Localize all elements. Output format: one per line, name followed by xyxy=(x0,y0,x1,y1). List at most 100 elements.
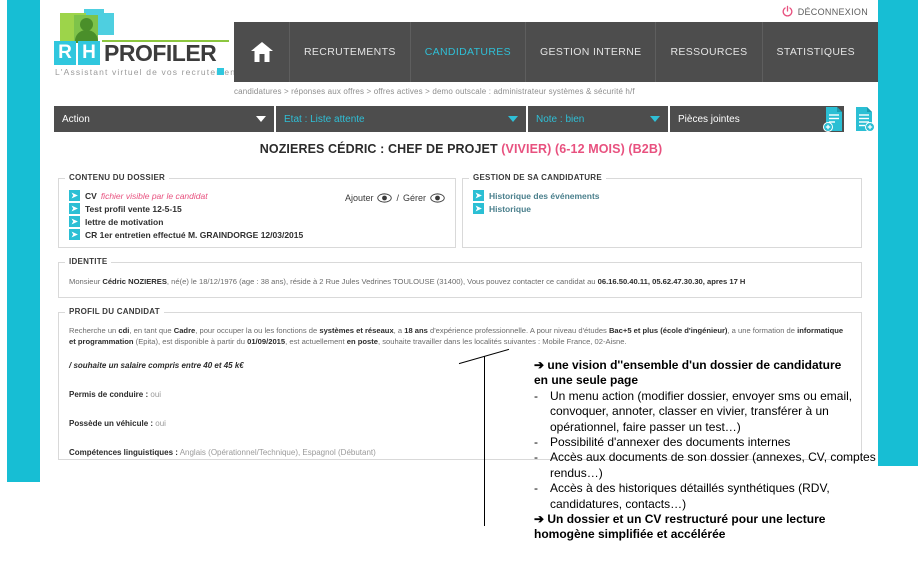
nav-item-recrutements[interactable]: RECRUTEMENTS xyxy=(290,22,411,82)
arrow-right-icon: ➤ xyxy=(473,190,484,201)
profil-row-label: Permis de conduire : xyxy=(69,390,149,399)
bullet-text: Un menu action (modifier dossier, envoye… xyxy=(550,388,853,434)
chevron-down-icon xyxy=(650,116,660,122)
logo: R H PROFILER L'Assistant virtuel de vos … xyxy=(54,9,244,77)
profil-row-label: Compétences linguistiques : xyxy=(69,448,178,457)
arrow-right-icon: ➤ xyxy=(69,229,80,240)
nav-label: RECRUTEMENTS xyxy=(304,46,396,58)
ajouter-label[interactable]: Ajouter xyxy=(345,193,374,203)
slide-root: DÉCONNEXION R H PROFILER L'Assistant vir… xyxy=(0,0,918,563)
profil-row-value: oui xyxy=(148,390,162,399)
nav-item-statistiques[interactable]: STATISTIQUES xyxy=(763,22,869,82)
annotation-bullet: - Accès à des historiques détaillés synt… xyxy=(534,481,886,512)
dossier-item-note: fichier visible par le candidat xyxy=(100,190,208,201)
nav-item-candidatures[interactable]: CANDIDATURES xyxy=(411,22,526,82)
house-icon xyxy=(250,41,274,63)
document-add-icon[interactable] xyxy=(822,106,846,132)
dossier-item-cr[interactable]: ➤ CR 1er entretien effectué M. GRAINDORG… xyxy=(69,229,455,240)
gestion-item-label: Historique xyxy=(489,203,532,214)
dossier-item-test[interactable]: ➤ Test profil vente 12-5-15 xyxy=(69,203,455,214)
bullet-marker: - xyxy=(534,481,538,496)
annotation-bullet: - Possibilité d'annexer des documents in… xyxy=(534,435,886,450)
panel-legend: GESTION DE SA CANDIDATURE xyxy=(469,173,606,182)
gestion-item-historique-evenements[interactable]: ➤ Historique des événements xyxy=(473,190,861,201)
separator: / xyxy=(396,193,399,203)
panel-contenu-dossier: CONTENU DU DOSSIER ➤ CV fichier visible … xyxy=(58,173,456,248)
nav-label: CANDIDATURES xyxy=(424,46,511,58)
identite-text: Monsieur Cédric NOZIERES, né(e) le 18/12… xyxy=(69,277,746,286)
logo-wordmark: PROFILER xyxy=(104,40,217,66)
candidate-title: NOZIERES CÉDRIC : CHEF DE PROJET xyxy=(259,142,498,156)
dossier-item-label: Test profil vente 12-5-15 xyxy=(85,203,182,214)
annotation-foot-line1: ➔ Un dossier et un CV restructuré pour u… xyxy=(534,512,826,527)
annotation-bullets: - Un menu action (modifier dossier, envo… xyxy=(534,389,886,512)
pieces-jointes-dropdown[interactable]: Pièces jointes xyxy=(670,106,844,132)
action-dropdown-label: Action xyxy=(62,113,90,125)
etat-dropdown-label: Etat : Liste attente xyxy=(284,113,365,125)
annotation-bullet: - Un menu action (modifier dossier, envo… xyxy=(534,389,886,435)
logo-letter-r: R xyxy=(54,41,76,65)
note-dropdown[interactable]: Note : bien xyxy=(528,106,668,132)
dossier-add-manage: Ajouter / Gérer xyxy=(345,193,445,203)
dossier-item-label: CV xyxy=(85,190,97,201)
document-list-add-icon[interactable] xyxy=(852,106,876,132)
chevron-down-icon xyxy=(256,116,266,122)
annotation-bullet: - Accès aux documents de son dossier (an… xyxy=(534,450,886,481)
candidate-title-tags: (VIVIER) (6-12 MOIS) (B2B) xyxy=(501,142,663,156)
annotation-block: ➔ une vision d''ensemble d'un dossier de… xyxy=(534,358,886,543)
page-title: NOZIERES CÉDRIC : CHEF DE PROJET (VIVIER… xyxy=(44,142,878,156)
nav-label: RESSOURCES xyxy=(670,46,748,58)
profil-summary-text: Recherche un cdi, en tant que Cadre, pou… xyxy=(69,326,844,346)
nav-home-button[interactable] xyxy=(234,22,290,82)
pieces-jointes-dropdown-label: Pièces jointes xyxy=(678,113,740,125)
gestion-item-label: Historique des événements xyxy=(489,190,600,201)
bullet-text: Accès à des historiques détaillés synthé… xyxy=(550,481,830,511)
logo-letter-h: H xyxy=(78,41,100,65)
nav-label: GESTION INTERNE xyxy=(539,46,642,58)
bullet-marker: - xyxy=(534,450,538,465)
bullet-text: Accès aux documents de son dossier (anne… xyxy=(550,450,876,480)
breadcrumb[interactable]: candidatures > réponses aux offres > off… xyxy=(234,87,635,96)
gestion-item-historique[interactable]: ➤ Historique xyxy=(473,203,861,214)
panel-legend: PROFIL DU CANDIDAT xyxy=(65,307,164,316)
arrow-right-icon: ➤ xyxy=(69,190,80,201)
etat-dropdown[interactable]: Etat : Liste attente xyxy=(276,106,526,132)
teal-left-bar xyxy=(7,0,40,482)
chevron-down-icon xyxy=(508,116,518,122)
document-actions xyxy=(822,106,876,132)
main-nav: RECRUTEMENTS CANDIDATURES GESTION INTERN… xyxy=(234,22,878,82)
bullet-text: Possibilité d'annexer des documents inte… xyxy=(550,435,791,450)
panel-gestion-candidature: GESTION DE SA CANDIDATURE ➤ Historique d… xyxy=(462,173,862,248)
power-icon xyxy=(781,5,794,18)
arrow-right-icon: ➤ xyxy=(69,203,80,214)
profil-row-value: oui xyxy=(153,419,166,428)
action-dropdown[interactable]: Action xyxy=(54,106,274,132)
arrow-right-icon: ➤ xyxy=(69,216,80,227)
dossier-item-label: lettre de motivation xyxy=(85,216,164,227)
eye-icon[interactable] xyxy=(377,193,393,203)
note-dropdown-label: Note : bien xyxy=(536,113,585,125)
panel-legend: CONTENU DU DOSSIER xyxy=(65,173,170,182)
eye-icon[interactable] xyxy=(430,193,445,203)
nav-label: STATISTIQUES xyxy=(776,46,855,58)
nav-item-ressources[interactable]: RESSOURCES xyxy=(656,22,763,82)
logo-mark-icon xyxy=(60,9,118,43)
arrow-right-icon: ➤ xyxy=(473,203,484,214)
toolbar: Action Etat : Liste attente Note : bien … xyxy=(54,106,875,132)
app-header: DÉCONNEXION R H PROFILER L'Assistant vir… xyxy=(44,0,878,82)
logout-button[interactable]: DÉCONNEXION xyxy=(781,5,868,18)
nav-item-gestion-interne[interactable]: GESTION INTERNE xyxy=(526,22,657,82)
logout-label: DÉCONNEXION xyxy=(797,6,868,17)
profil-row-value: Anglais (Opérationnel/Technique), Espagn… xyxy=(177,448,376,457)
profil-row-label: Possède un véhicule : xyxy=(69,419,154,428)
logo-tagline-square xyxy=(217,68,224,75)
bullet-marker: - xyxy=(534,388,538,403)
annotation-head-line2: en une seule page xyxy=(534,373,639,388)
annotation-head-line1: ➔ une vision d''ensemble d'un dossier de… xyxy=(534,358,842,372)
panel-identite: IDENTITE Monsieur Cédric NOZIERES, né(e)… xyxy=(58,257,862,298)
panel-legend: IDENTITE xyxy=(65,257,112,266)
dossier-item-label: CR 1er entretien effectué M. GRAINDORGE … xyxy=(85,229,304,240)
dossier-item-lettre[interactable]: ➤ lettre de motivation xyxy=(69,216,455,227)
bullet-marker: - xyxy=(534,435,538,450)
gerer-label[interactable]: Gérer xyxy=(403,193,426,203)
